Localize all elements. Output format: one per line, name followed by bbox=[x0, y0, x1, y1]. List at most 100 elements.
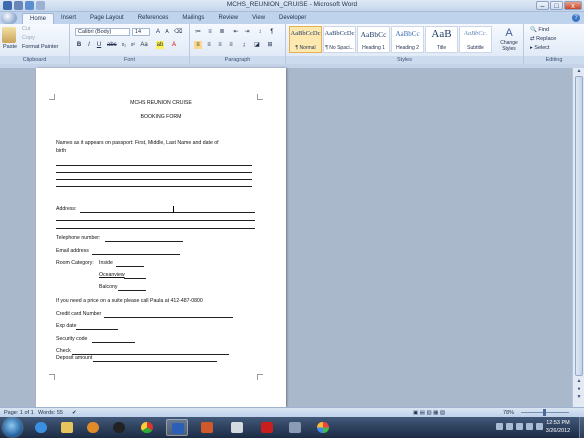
taskbar-app-ie[interactable] bbox=[30, 419, 52, 436]
format-painter-button[interactable]: Format Painter bbox=[22, 44, 58, 50]
office-button[interactable] bbox=[1, 12, 17, 24]
font-size-select[interactable]: 14 bbox=[132, 28, 150, 36]
styles-group-label: Styles bbox=[286, 56, 523, 64]
style-subtitle[interactable]: AaBbCc. Subtitle bbox=[459, 26, 492, 53]
style-name: Heading 1 bbox=[362, 45, 385, 51]
zoom-slider-knob[interactable] bbox=[543, 409, 546, 416]
minimize-button[interactable]: – bbox=[536, 1, 549, 10]
underline-button[interactable]: U bbox=[95, 41, 103, 49]
tray-up-arrow-icon[interactable] bbox=[496, 423, 503, 430]
names-prompt-line1: Names as it appears on passport: First, … bbox=[56, 140, 219, 146]
align-right-icon[interactable]: ≡ bbox=[216, 41, 224, 49]
clock[interactable]: 12:53 PM 3/26/2012 bbox=[540, 419, 576, 435]
names-blank-line bbox=[56, 186, 252, 187]
borders-icon[interactable]: ⊞ bbox=[266, 41, 274, 49]
taskbar-app-media[interactable] bbox=[82, 419, 104, 436]
tab-view[interactable]: View bbox=[245, 13, 272, 24]
scrollbar-thumb[interactable] bbox=[575, 76, 583, 376]
show-desktop-button[interactable] bbox=[579, 417, 584, 438]
taskbar-app-mail[interactable] bbox=[226, 419, 248, 436]
shrink-font-icon[interactable]: A bbox=[163, 28, 171, 36]
prev-page-icon[interactable]: ▲ bbox=[574, 378, 584, 385]
style-title[interactable]: AaB Title bbox=[425, 26, 458, 53]
view-buttons[interactable]: ▣ ▤ ▥ ▦ ▧ bbox=[413, 410, 445, 416]
network-icon[interactable] bbox=[506, 423, 513, 430]
style-heading-2[interactable]: AaBbCc Heading 2 bbox=[391, 26, 424, 53]
change-case-icon[interactable]: Aa bbox=[140, 41, 148, 49]
replace-button[interactable]: ⇄ Replace bbox=[530, 36, 556, 42]
document-page[interactable]: MCHS REUNION CRUISE BOOKING FORM Names a… bbox=[36, 68, 286, 407]
increase-indent-icon[interactable]: ⇥ bbox=[243, 28, 251, 36]
italic-button[interactable]: I bbox=[85, 41, 93, 49]
exp-date-blank bbox=[76, 329, 118, 330]
zoom-level[interactable]: 78% bbox=[503, 410, 514, 416]
change-styles-button[interactable]: A Change Styles bbox=[497, 26, 521, 54]
justify-icon[interactable]: ≡ bbox=[227, 41, 235, 49]
font-name-select[interactable]: Calibri (Body) bbox=[75, 28, 130, 36]
subscript-icon[interactable]: x₂ bbox=[120, 41, 128, 49]
next-page-icon[interactable]: ▼ bbox=[574, 394, 584, 401]
bold-button[interactable]: B bbox=[75, 41, 83, 49]
select-browse-object-icon[interactable]: ● bbox=[574, 386, 584, 393]
highlight-icon[interactable]: ab bbox=[156, 41, 164, 49]
taskbar-app-explorer[interactable] bbox=[56, 419, 78, 436]
multilevel-list-icon[interactable]: ≣ bbox=[218, 28, 226, 36]
taskbar-app-utility[interactable] bbox=[284, 419, 306, 436]
folder-icon bbox=[61, 422, 73, 433]
font-color-icon[interactable]: A bbox=[170, 41, 178, 49]
numbering-icon[interactable]: ≡ bbox=[206, 28, 214, 36]
copy-button[interactable]: Copy bbox=[22, 35, 35, 41]
maximize-button[interactable]: □ bbox=[550, 1, 563, 10]
tab-page-layout[interactable]: Page Layout bbox=[83, 13, 131, 24]
align-left-icon[interactable]: ≡ bbox=[194, 41, 202, 49]
taskbar-app-word[interactable] bbox=[166, 419, 188, 436]
tab-home[interactable]: Home bbox=[22, 13, 55, 24]
security-code-label: Security code bbox=[56, 336, 88, 342]
taskbar-app-powerpoint[interactable] bbox=[196, 419, 218, 436]
paste-icon[interactable] bbox=[2, 27, 16, 43]
word-count[interactable]: Words: 55 bbox=[38, 410, 63, 416]
style-name: Heading 2 bbox=[396, 45, 419, 51]
tab-developer[interactable]: Developer bbox=[272, 13, 313, 24]
taskbar-app-qq[interactable] bbox=[108, 419, 130, 436]
style-heading-1[interactable]: AaBbCc Heading 1 bbox=[357, 26, 390, 53]
tab-mailings[interactable]: Mailings bbox=[175, 13, 211, 24]
style-no-spacing[interactable]: AaBbCcDc ¶ No Spaci... bbox=[323, 26, 356, 53]
tab-insert[interactable]: Insert bbox=[54, 13, 83, 24]
style-normal[interactable]: AaBbCcDc ¶ Normal bbox=[289, 26, 322, 53]
find-label: Find bbox=[538, 27, 550, 33]
find-button[interactable]: 🔍 Find bbox=[530, 27, 549, 33]
superscript-icon[interactable]: x² bbox=[129, 41, 137, 49]
room-inside-label: Inside bbox=[99, 260, 113, 266]
scroll-up-icon[interactable]: ▲ bbox=[574, 68, 584, 75]
flag-icon[interactable] bbox=[516, 423, 523, 430]
sort-icon[interactable]: ↕ bbox=[256, 28, 264, 36]
bullets-icon[interactable]: ≔ bbox=[194, 28, 202, 36]
ribbon-tabs: Home Insert Page Layout References Maili… bbox=[0, 12, 584, 24]
vertical-scrollbar[interactable]: ▲ ▲ ● ▼ bbox=[572, 68, 584, 407]
close-button[interactable]: x bbox=[564, 1, 582, 10]
taskbar-app-picasa[interactable] bbox=[312, 419, 334, 436]
start-button[interactable] bbox=[3, 418, 22, 437]
clear-format-icon[interactable]: ⌫ bbox=[174, 28, 182, 36]
line-spacing-icon[interactable]: ↨ bbox=[240, 41, 248, 49]
shading-icon[interactable]: ◪ bbox=[253, 41, 261, 49]
powerpoint-icon bbox=[201, 422, 213, 433]
taskbar-app-chrome[interactable] bbox=[136, 419, 158, 436]
help-icon[interactable]: ? bbox=[572, 14, 580, 22]
strikethrough-icon[interactable]: abc bbox=[107, 41, 117, 49]
align-center-icon[interactable]: ≡ bbox=[205, 41, 213, 49]
tab-references[interactable]: References bbox=[131, 13, 176, 24]
volume-icon[interactable] bbox=[526, 423, 533, 430]
proofing-icon[interactable]: ✔ bbox=[72, 410, 77, 416]
tab-review[interactable]: Review bbox=[211, 13, 245, 24]
decrease-indent-icon[interactable]: ⇤ bbox=[232, 28, 240, 36]
show-marks-icon[interactable]: ¶ bbox=[268, 28, 276, 36]
select-button[interactable]: ▸ Select bbox=[530, 45, 550, 51]
page-count[interactable]: Page: 1 of 1 bbox=[4, 410, 34, 416]
styles-gallery: AaBbCcDc ¶ Normal AaBbCcDc ¶ No Spaci...… bbox=[289, 26, 494, 54]
paste-button[interactable]: Paste bbox=[3, 44, 17, 50]
taskbar-app-acrobat[interactable] bbox=[256, 419, 278, 436]
cut-button[interactable]: Cut bbox=[22, 26, 31, 32]
grow-font-icon[interactable]: A bbox=[154, 28, 162, 36]
